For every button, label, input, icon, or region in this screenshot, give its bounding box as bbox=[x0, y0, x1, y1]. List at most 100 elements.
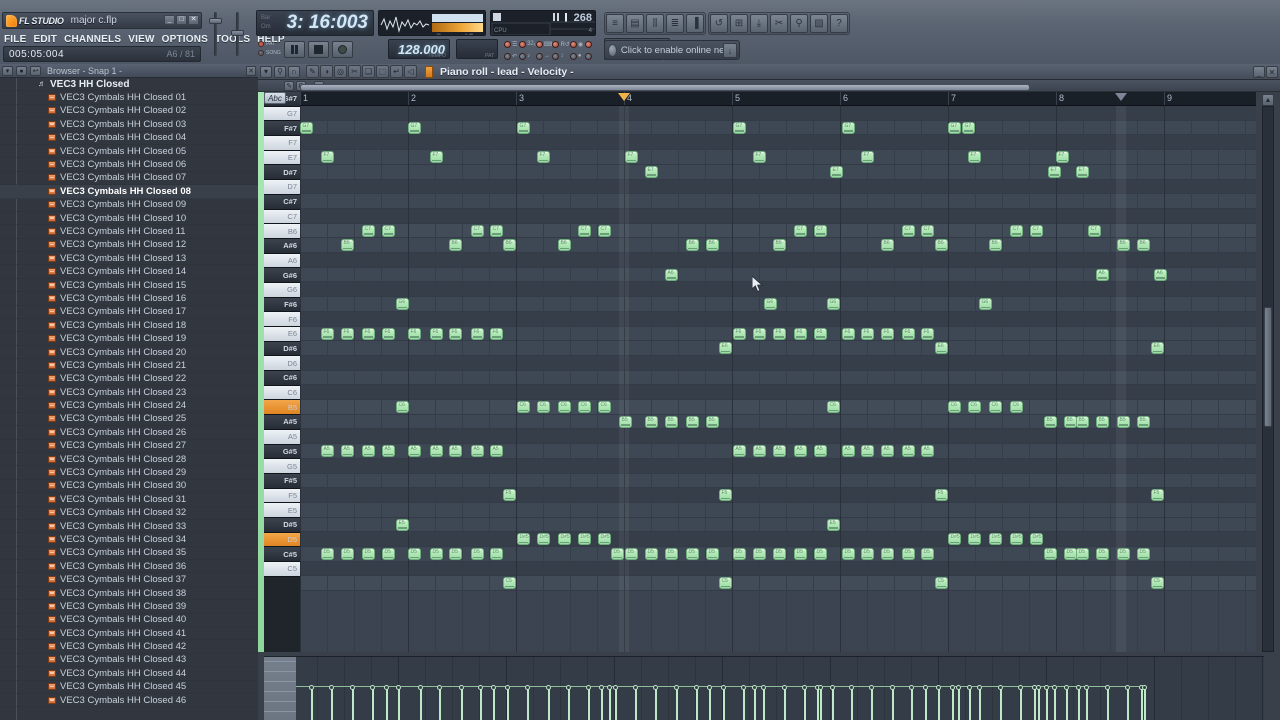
velocity-bar[interactable] bbox=[527, 687, 529, 720]
velocity-bar[interactable] bbox=[461, 687, 463, 720]
piano-roll-note[interactable]: B5 bbox=[665, 415, 678, 428]
piano-roll-note[interactable]: A5 bbox=[794, 445, 807, 458]
piano-roll-note[interactable]: F6 bbox=[430, 327, 443, 340]
velocity-bar[interactable] bbox=[820, 687, 822, 720]
piano-roll-note[interactable]: E5 bbox=[827, 518, 840, 531]
piano-key-E6[interactable]: E6 bbox=[264, 327, 300, 342]
piano-roll-note[interactable]: D5 bbox=[449, 548, 462, 560]
velocity-bar[interactable] bbox=[958, 687, 960, 720]
piano-roll-note[interactable]: F6 bbox=[881, 327, 894, 340]
delete-tool-icon[interactable]: ◎ bbox=[334, 65, 347, 78]
piano-roll-note[interactable]: C6 bbox=[537, 401, 550, 413]
toggle-typing-keyboard[interactable]: ⌨ bbox=[535, 40, 552, 48]
piano-key-Fsharp6[interactable]: F#6 bbox=[264, 297, 300, 313]
position-display[interactable]: 005:05:004 A6 / 81 bbox=[3, 46, 201, 62]
velocity-bar[interactable] bbox=[723, 687, 725, 720]
piano-roll-note[interactable]: B5 bbox=[1044, 415, 1057, 428]
velocity-scale[interactable] bbox=[264, 657, 296, 720]
piano-roll-note[interactable]: D5 bbox=[625, 548, 638, 560]
piano-roll-note[interactable]: D#5 bbox=[517, 533, 530, 546]
piano-key-G6[interactable]: G6 bbox=[264, 282, 300, 298]
piano-roll-note[interactable]: E7 bbox=[830, 165, 843, 178]
piano-roll-note[interactable]: A5 bbox=[362, 445, 375, 458]
minimize-button[interactable]: _ bbox=[164, 15, 175, 25]
browser-list-item[interactable]: VEC3 Cymbals HH Closed 16 bbox=[0, 292, 258, 306]
close-button[interactable]: ✕ bbox=[188, 15, 199, 25]
piano-roll-note[interactable]: C7 bbox=[921, 224, 934, 237]
piano-roll-note[interactable]: F6 bbox=[794, 327, 807, 340]
velocity-bar[interactable] bbox=[1107, 687, 1109, 720]
paint-tool-icon[interactable]: ◑ bbox=[320, 65, 333, 78]
browser-list-item[interactable]: VEC3 Cymbals HH Closed 39 bbox=[0, 600, 258, 614]
piano-roll-note[interactable]: F5 bbox=[935, 489, 948, 502]
menu-edit[interactable]: EDIT bbox=[33, 34, 57, 45]
playback-tool-icon[interactable]: ◁ bbox=[404, 65, 417, 78]
piano-roll-note[interactable]: D#5 bbox=[948, 533, 961, 546]
horizontal-zoom-scrollbar[interactable] bbox=[300, 84, 1256, 91]
piano-roll-menu-icon[interactable]: ▾ bbox=[260, 65, 272, 78]
piano-key-Csharp7[interactable]: C#7 bbox=[264, 194, 300, 210]
select-tool-icon[interactable]: ⬚ bbox=[376, 65, 389, 78]
piano-key-G5[interactable]: G5 bbox=[264, 459, 300, 474]
velocity-bar[interactable] bbox=[507, 687, 509, 720]
piano-key-Fsharp7[interactable]: F#7 bbox=[264, 121, 300, 137]
toggle-record-notes[interactable]: ● bbox=[569, 52, 585, 60]
toggle-multilink[interactable]: ↕ bbox=[552, 52, 569, 60]
piano-roll-note[interactable]: D5 bbox=[471, 548, 484, 560]
piano-roll-note[interactable]: C7 bbox=[578, 224, 591, 237]
browser-list-item[interactable]: VEC3 Cymbals HH Closed 06 bbox=[0, 158, 258, 172]
velocity-bar[interactable] bbox=[615, 687, 617, 720]
piano-key-D5[interactable]: D5 bbox=[264, 532, 300, 548]
piano-key-C6[interactable]: C6 bbox=[264, 385, 300, 401]
piano-roll-minimize-icon[interactable]: _ bbox=[1253, 66, 1265, 78]
piano-roll-note[interactable]: C5 bbox=[1151, 577, 1164, 590]
stop-button[interactable] bbox=[308, 40, 329, 58]
piano-roll-note[interactable]: D5 bbox=[1096, 548, 1109, 560]
zoom-icon[interactable]: ⚲ bbox=[790, 13, 808, 33]
piano-roll-note[interactable]: B6 bbox=[686, 239, 699, 252]
piano-roll-note[interactable]: D5 bbox=[706, 548, 719, 560]
browser-list-item[interactable]: VEC3 Cymbals HH Closed 09 bbox=[0, 199, 258, 212]
master-faders[interactable] bbox=[204, 8, 252, 60]
velocity-bar[interactable] bbox=[1054, 687, 1056, 720]
velocity-bar[interactable] bbox=[420, 687, 422, 720]
piano-roll-note[interactable]: A5 bbox=[773, 445, 786, 458]
piano-roll-note[interactable]: C6 bbox=[827, 401, 840, 413]
browser-record-icon[interactable]: ● bbox=[16, 65, 27, 76]
piano-roll-note[interactable]: D#5 bbox=[1030, 533, 1043, 546]
piano-roll-note[interactable]: G6 bbox=[396, 298, 409, 311]
piano-roll-note[interactable]: F7 bbox=[861, 151, 874, 164]
browser-list-item[interactable]: VEC3 Cymbals HH Closed 46 bbox=[0, 694, 258, 708]
piano-key-F5[interactable]: F5 bbox=[264, 488, 300, 504]
piano-key-Asharp6[interactable]: A#6 bbox=[264, 238, 300, 254]
piano-key-E5[interactable]: E5 bbox=[264, 503, 300, 518]
browser-file-list[interactable]: ♬ VEC3 HH Closed VEC3 Cymbals HH Closed 01… bbox=[0, 78, 258, 720]
velocity-bar[interactable] bbox=[398, 687, 400, 720]
piano-roll-note[interactable]: F6 bbox=[471, 327, 484, 340]
piano-roll-note[interactable]: D#5 bbox=[558, 533, 571, 546]
piano-roll-note[interactable]: D5 bbox=[665, 548, 678, 560]
browser-list-item[interactable]: VEC3 Cymbals HH Closed 35 bbox=[0, 547, 258, 561]
browser-list-item[interactable]: VEC3 Cymbals HH Closed 26 bbox=[0, 426, 258, 440]
velocity-bar[interactable] bbox=[548, 687, 550, 720]
piano-roll-note[interactable]: D#5 bbox=[968, 533, 981, 546]
velocity-bar[interactable] bbox=[925, 687, 927, 720]
browser-list-item[interactable]: VEC3 Cymbals HH Closed 27 bbox=[0, 440, 258, 453]
piano-roll-note[interactable]: F7 bbox=[321, 151, 334, 164]
piano-key-Dsharp6[interactable]: D#6 bbox=[264, 341, 300, 357]
piano-roll-note[interactable]: E6 bbox=[935, 342, 948, 355]
piano-roll-note[interactable]: F6 bbox=[408, 327, 421, 340]
piano-roll-note[interactable]: D5 bbox=[321, 548, 334, 560]
velocity-bar[interactable] bbox=[1141, 687, 1143, 720]
menu-channels[interactable]: CHANNELS bbox=[64, 34, 121, 45]
velocity-bar[interactable] bbox=[568, 687, 570, 720]
browser-list-item[interactable]: VEC3 Cymbals HH Closed 30 bbox=[0, 480, 258, 494]
piano-roll-note[interactable]: C6 bbox=[948, 401, 961, 413]
piano-roll-note[interactable]: D5 bbox=[1137, 548, 1150, 560]
piano-roll-note[interactable]: A5 bbox=[921, 445, 934, 458]
velocity-bar[interactable] bbox=[911, 687, 913, 720]
velocity-bar[interactable] bbox=[938, 687, 940, 720]
browser-icon[interactable]: ≣ bbox=[666, 13, 684, 33]
undo-icon[interactable]: ↺ bbox=[710, 13, 728, 33]
piano-roll-note[interactable]: C7 bbox=[902, 224, 915, 237]
